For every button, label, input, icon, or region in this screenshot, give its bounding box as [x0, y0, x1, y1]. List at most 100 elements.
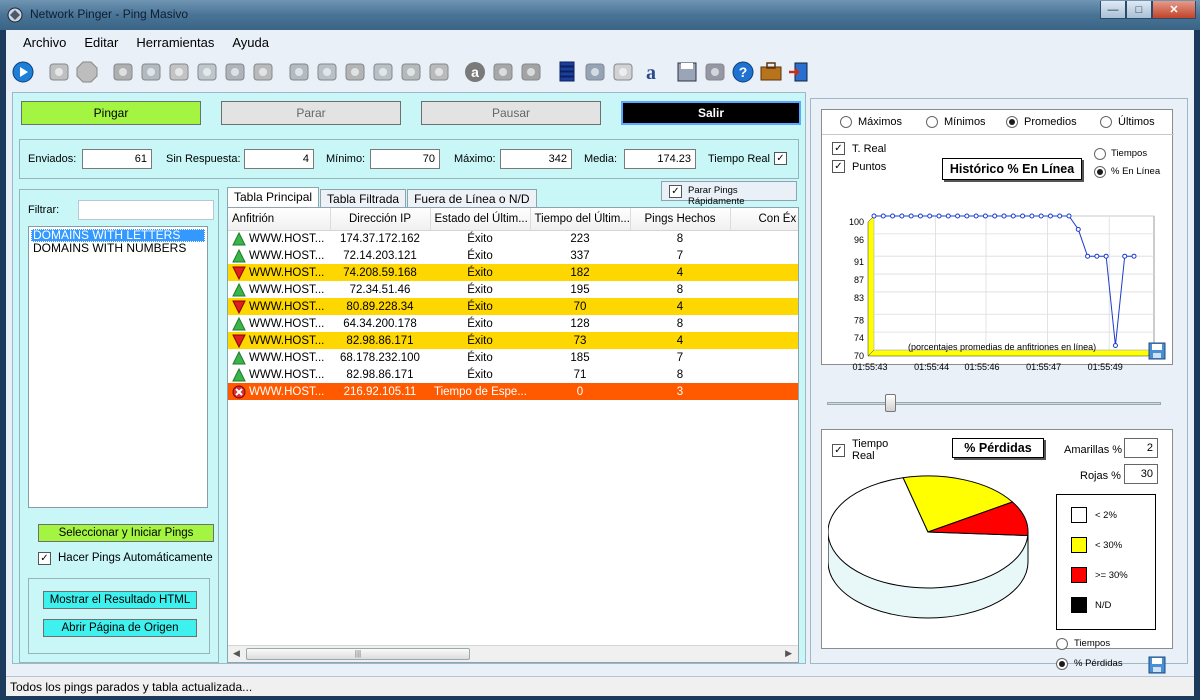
- open-origin-button[interactable]: Abrir Página de Origen: [43, 619, 197, 637]
- table-row[interactable]: WWW.HOST... 74.208.59.168Éxito18243: [228, 264, 798, 281]
- history-view-online-radio[interactable]: [1094, 166, 1106, 178]
- tree-icon[interactable]: [286, 59, 312, 85]
- red-threshold-input[interactable]: 30: [1124, 464, 1158, 484]
- history-mode-radio[interactable]: [1100, 116, 1112, 128]
- filter-input[interactable]: [78, 200, 214, 220]
- pause-button[interactable]: Pausar: [421, 101, 601, 125]
- table-row[interactable]: WWW.HOST... 64.34.200.178 Éxito 128 8 8: [228, 315, 798, 332]
- legend-item: < 30%: [1071, 537, 1122, 553]
- magnifier-icon[interactable]: [610, 59, 636, 85]
- table-row[interactable]: WWW.HOST... 72.34.51.46 Éxito 195 8 8: [228, 281, 798, 298]
- grid-icon[interactable]: [222, 59, 248, 85]
- table-row[interactable]: WWW.HOST... 82.98.86.171 Éxito 71 8 8: [228, 366, 798, 383]
- show-html-button[interactable]: Mostrar el Resultado HTML: [43, 591, 197, 609]
- tab-offline[interactable]: Fuera de Línea o N/D: [407, 189, 537, 207]
- domain-list[interactable]: DOMAINS WITH LETTERS DOMAINS WITH NUMBER…: [28, 226, 208, 508]
- route-icon[interactable]: [314, 59, 340, 85]
- network-icon[interactable]: [166, 59, 192, 85]
- window-client: Archivo Editar Herramientas Ayuda a a? Pi…: [6, 30, 1194, 676]
- yellow-threshold-input[interactable]: 2: [1124, 438, 1158, 458]
- host-name: WWW.HOST...: [249, 266, 325, 279]
- bank-icon[interactable]: [490, 59, 516, 85]
- loss-view-times-radio[interactable]: [1056, 638, 1068, 650]
- host-name: WWW.HOST...: [249, 300, 325, 313]
- minimize-button[interactable]: —: [1100, 1, 1126, 19]
- select-and-ping-button[interactable]: Seleccionar y Iniciar Pings: [38, 524, 214, 542]
- column-header[interactable]: Estado del Últim...: [430, 208, 531, 231]
- time-cell: 70: [530, 298, 630, 315]
- host-name: WWW.HOST...: [249, 317, 325, 330]
- printer-icon[interactable]: [702, 59, 728, 85]
- domain-list-item[interactable]: DOMAINS WITH NUMBERS: [31, 242, 205, 255]
- history-mode-radio[interactable]: [1006, 116, 1018, 128]
- save-chart-icon[interactable]: [1148, 342, 1166, 360]
- scroll-right-icon[interactable]: ▶: [785, 648, 792, 659]
- menu-editar[interactable]: Editar: [75, 32, 127, 53]
- close-button[interactable]: ✕: [1152, 1, 1196, 19]
- history-realtime-checkbox[interactable]: ✓: [832, 142, 845, 155]
- horizontal-scrollbar[interactable]: ◀ ||| ▶: [228, 645, 798, 662]
- plug-icon[interactable]: [426, 59, 452, 85]
- scroll-left-icon[interactable]: ◀: [233, 648, 240, 659]
- column-header[interactable]: Anfitrión: [228, 208, 331, 231]
- target-icon[interactable]: [110, 59, 136, 85]
- search-icon[interactable]: [138, 59, 164, 85]
- loss-view-percent-radio[interactable]: [1056, 658, 1068, 670]
- exit-icon[interactable]: [786, 59, 812, 85]
- history-mode-radio[interactable]: [926, 116, 938, 128]
- tab-filtered-table[interactable]: Tabla Filtrada: [320, 189, 407, 207]
- realtime-checkbox[interactable]: ✓: [774, 152, 787, 165]
- menu-ayuda[interactable]: Ayuda: [223, 32, 278, 53]
- text-icon[interactable]: a: [638, 59, 664, 85]
- slider-thumb[interactable]: [885, 394, 896, 412]
- history-view-times-radio[interactable]: [1094, 148, 1106, 160]
- tab-main-table[interactable]: Tabla Principal: [227, 187, 320, 207]
- fast-ping-checkbox[interactable]: ✓: [669, 185, 682, 198]
- exit-button[interactable]: Salir: [621, 101, 801, 125]
- hourglass-icon[interactable]: [46, 59, 72, 85]
- menu-herramientas[interactable]: Herramientas: [127, 32, 223, 53]
- help-icon[interactable]: ?: [730, 59, 756, 85]
- scroll-thumb[interactable]: |||: [246, 648, 470, 660]
- save-icon[interactable]: [674, 59, 700, 85]
- letter-a-icon[interactable]: a: [462, 59, 488, 85]
- data-point: [1066, 213, 1072, 219]
- history-chart-box: Máximos Mínimos Promedios Últimos ✓ T. Real…: [821, 109, 1174, 370]
- history-points-checkbox[interactable]: ✓: [832, 160, 845, 173]
- history-mode-radio[interactable]: [840, 116, 852, 128]
- y-tick-label: 100: [849, 217, 864, 227]
- table-row[interactable]: WWW.HOST... 82.98.86.171Éxito7343: [228, 332, 798, 349]
- server-icon[interactable]: [554, 59, 580, 85]
- avg-label: Media:: [584, 153, 618, 165]
- menu-archivo[interactable]: Archivo: [14, 32, 75, 53]
- auto-ping-checkbox[interactable]: ✓: [38, 552, 51, 565]
- pipe-icon[interactable]: [518, 59, 544, 85]
- table-row[interactable]: WWW.HOST... 68.178.232.100 Éxito 185 7 7: [228, 349, 798, 366]
- column-header[interactable]: Con Éx: [730, 208, 798, 231]
- column-header[interactable]: Dirección IP: [330, 208, 431, 231]
- maximize-button[interactable]: □: [1126, 1, 1152, 19]
- table-row[interactable]: WWW.HOST... 174.37.172.162 Éxito 223 8 8: [228, 230, 798, 247]
- toolbox-icon[interactable]: [758, 59, 784, 85]
- ip-cell: 64.34.200.178: [343, 317, 417, 330]
- ping-button[interactable]: Pingar: [21, 101, 201, 125]
- stop-icon[interactable]: [74, 59, 100, 85]
- table-row[interactable]: WWW.HOST... 216.92.105.11 Tiempo de Espe..…: [228, 383, 798, 400]
- stop-button[interactable]: Parar: [221, 101, 401, 125]
- loss-realtime-checkbox[interactable]: ✓: [832, 444, 845, 457]
- copy-icon[interactable]: [582, 59, 608, 85]
- table-row[interactable]: WWW.HOST... 80.89.228.34Éxito7043: [228, 298, 798, 315]
- save-chart-icon[interactable]: [1148, 656, 1166, 674]
- tool-icon[interactable]: [398, 59, 424, 85]
- column-header[interactable]: Tiempo del Últim...: [530, 208, 631, 231]
- hands-icon[interactable]: [342, 59, 368, 85]
- play-icon[interactable]: [10, 59, 36, 85]
- monitor-icon[interactable]: [370, 59, 396, 85]
- x-tick-label: 01:55:44: [914, 362, 949, 370]
- table-row[interactable]: WWW.HOST... 72.14.203.121 Éxito 337 7 7: [228, 247, 798, 264]
- up-arrow-icon: [232, 248, 246, 262]
- whois-icon[interactable]: [250, 59, 276, 85]
- column-header[interactable]: Pings Hechos: [630, 208, 731, 231]
- map-icon[interactable]: [194, 59, 220, 85]
- history-zoom-slider[interactable]: [821, 393, 1167, 413]
